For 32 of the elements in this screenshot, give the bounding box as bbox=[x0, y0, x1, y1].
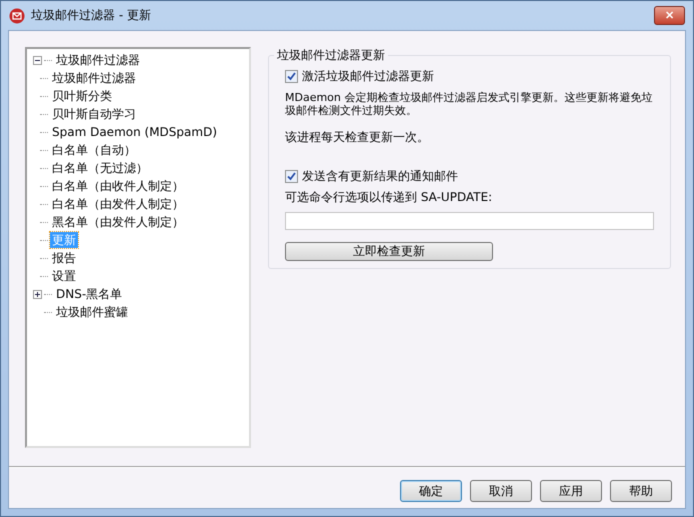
notify-checkbox[interactable]: 发送含有更新结果的通知邮件 bbox=[285, 168, 654, 185]
tree-item[interactable]: 白名单（由发件人制定） bbox=[50, 196, 186, 212]
tree-item[interactable]: 白名单（自动） bbox=[50, 142, 138, 158]
tree-item[interactable]: Spam Daemon (MDSpamD) bbox=[50, 124, 219, 140]
expander-icon[interactable] bbox=[33, 290, 42, 298]
checkmark-icon bbox=[286, 71, 297, 82]
dialog-button[interactable]: 应用 bbox=[540, 480, 602, 502]
options-input-field[interactable] bbox=[285, 212, 654, 230]
description-text: MDaemon 会定期检查垃圾邮件过滤器启发式引擎更新。这些更新将避免垃圾邮件检测文件过期失效。 bbox=[285, 91, 654, 117]
dialog-button[interactable]: 帮助 bbox=[610, 480, 672, 502]
schedule-note: 该进程每天检查更新一次。 bbox=[285, 129, 430, 146]
group-title: 垃圾邮件过滤器更新 bbox=[276, 47, 386, 64]
expander-icon[interactable] bbox=[33, 56, 42, 64]
tree-item[interactable]: 黑名单（由发件人制定） bbox=[50, 214, 186, 230]
tree-item[interactable]: 贝叶斯分类 bbox=[50, 88, 114, 104]
check-now-button[interactable]: 立即检查更新 bbox=[285, 242, 493, 261]
window-title: 垃圾邮件过滤器 - 更新 bbox=[31, 7, 151, 24]
tree-item[interactable]: 贝叶斯自动学习 bbox=[50, 106, 138, 122]
tree-item[interactable]: 白名单（由收件人制定） bbox=[50, 178, 186, 194]
tree-item[interactable]: 垃圾邮件过滤器 bbox=[50, 70, 138, 86]
tree-item[interactable]: 垃圾邮件蜜罐 bbox=[54, 304, 130, 320]
tree-item[interactable]: 报告 bbox=[50, 250, 78, 266]
dialog-button[interactable]: 确定 bbox=[400, 480, 462, 502]
activate-checkbox[interactable]: 激活垃圾邮件过滤器更新 bbox=[285, 68, 654, 85]
dialog-button[interactable]: 取消 bbox=[470, 480, 532, 502]
tree-item[interactable]: DNS-黑名单 bbox=[54, 286, 124, 302]
tree-item[interactable]: 垃圾邮件过滤器 bbox=[54, 52, 142, 68]
tree-item[interactable]: 白名单（无过滤） bbox=[50, 160, 150, 176]
envelope-logo-icon bbox=[9, 8, 25, 24]
options-label: 可选命令行选项以传递到 SA-UPDATE: bbox=[285, 189, 494, 206]
checkmark-icon bbox=[286, 171, 297, 182]
tree-item[interactable]: 设置 bbox=[50, 268, 78, 284]
